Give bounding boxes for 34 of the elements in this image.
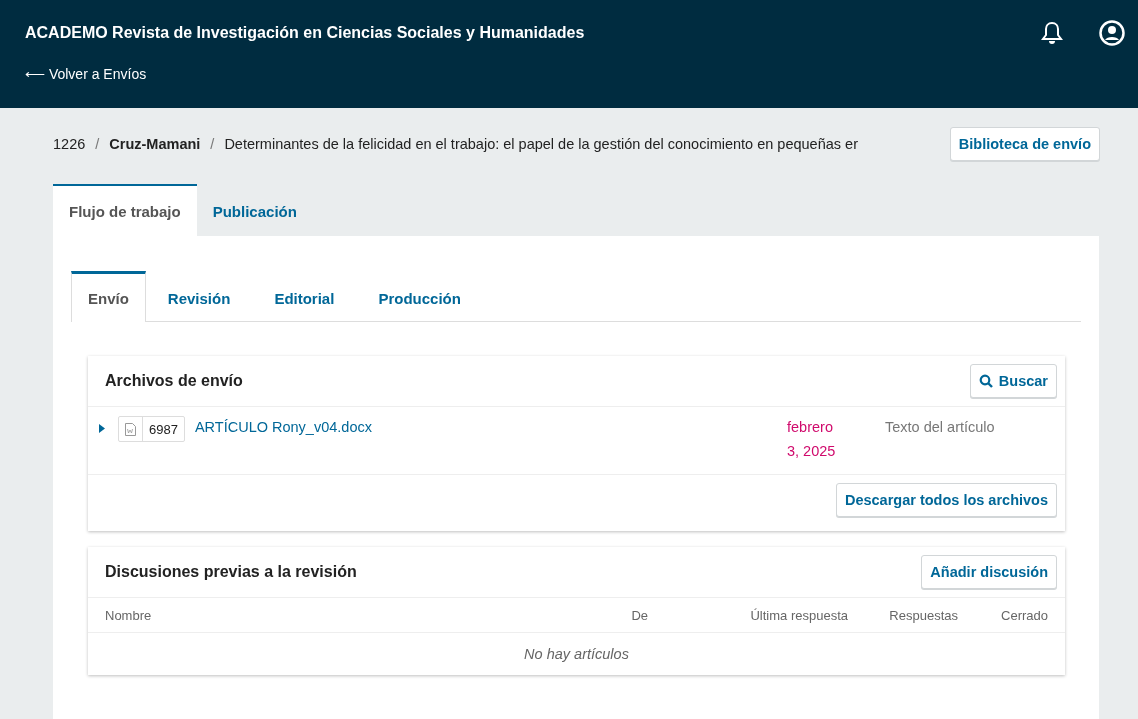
column-header: Respuestas bbox=[888, 607, 958, 623]
column-header: De bbox=[630, 607, 648, 623]
stage-tab[interactable]: Envío bbox=[71, 271, 146, 322]
back-link[interactable]: ⟵ Volver a Envíos bbox=[25, 66, 1113, 82]
file-link[interactable]: ARTÍCULO Rony_v04.docx bbox=[194, 419, 787, 435]
stage-tab[interactable]: Editorial bbox=[252, 271, 357, 322]
search-button[interactable]: Buscar bbox=[969, 364, 1057, 398]
expand-icon[interactable] bbox=[98, 424, 106, 433]
breadcrumb-separator: / bbox=[95, 136, 100, 152]
submission-id: 1226 bbox=[53, 136, 86, 152]
column-header: Cerrado bbox=[1000, 607, 1048, 623]
file-id-badge: 6987 bbox=[118, 416, 185, 442]
submission-title: Determinantes de la felicidad en el trabajo: el papel de la gestión del conocimiento en pequeñas er bbox=[224, 136, 859, 152]
bell-icon[interactable] bbox=[1041, 21, 1063, 45]
stage-tab[interactable]: Revisión bbox=[145, 271, 253, 322]
file-type: Texto del artículo bbox=[885, 419, 996, 435]
library-button[interactable]: Biblioteca de envío bbox=[949, 127, 1100, 161]
main-tab[interactable]: Flujo de trabajo bbox=[53, 184, 197, 236]
journal-title: ACADEMO Revista de Investigación en Ciencias Sociales y Humanidades bbox=[25, 24, 586, 42]
add-discussion-button[interactable]: Añadir discusión bbox=[921, 555, 1057, 589]
download-all-button[interactable]: Descargar todos los archivos bbox=[835, 483, 1057, 517]
author-name: Cruz-Mamani bbox=[109, 136, 201, 152]
document-icon bbox=[125, 422, 136, 436]
main-tab[interactable]: Publicación bbox=[196, 184, 313, 236]
card-title: Archivos de envío bbox=[105, 372, 243, 390]
column-header: Última respuesta bbox=[749, 607, 848, 623]
stage-tab[interactable]: Producción bbox=[356, 271, 483, 322]
breadcrumb-separator: / bbox=[210, 136, 215, 152]
user-icon[interactable] bbox=[1099, 20, 1125, 46]
empty-message: No hay artículos bbox=[524, 646, 629, 662]
column-header: Nombre bbox=[105, 607, 153, 623]
search-icon bbox=[978, 374, 993, 388]
card-title: Discusiones previas a la revisión bbox=[105, 563, 357, 581]
file-date: febrero 3, 2025 bbox=[787, 418, 837, 461]
